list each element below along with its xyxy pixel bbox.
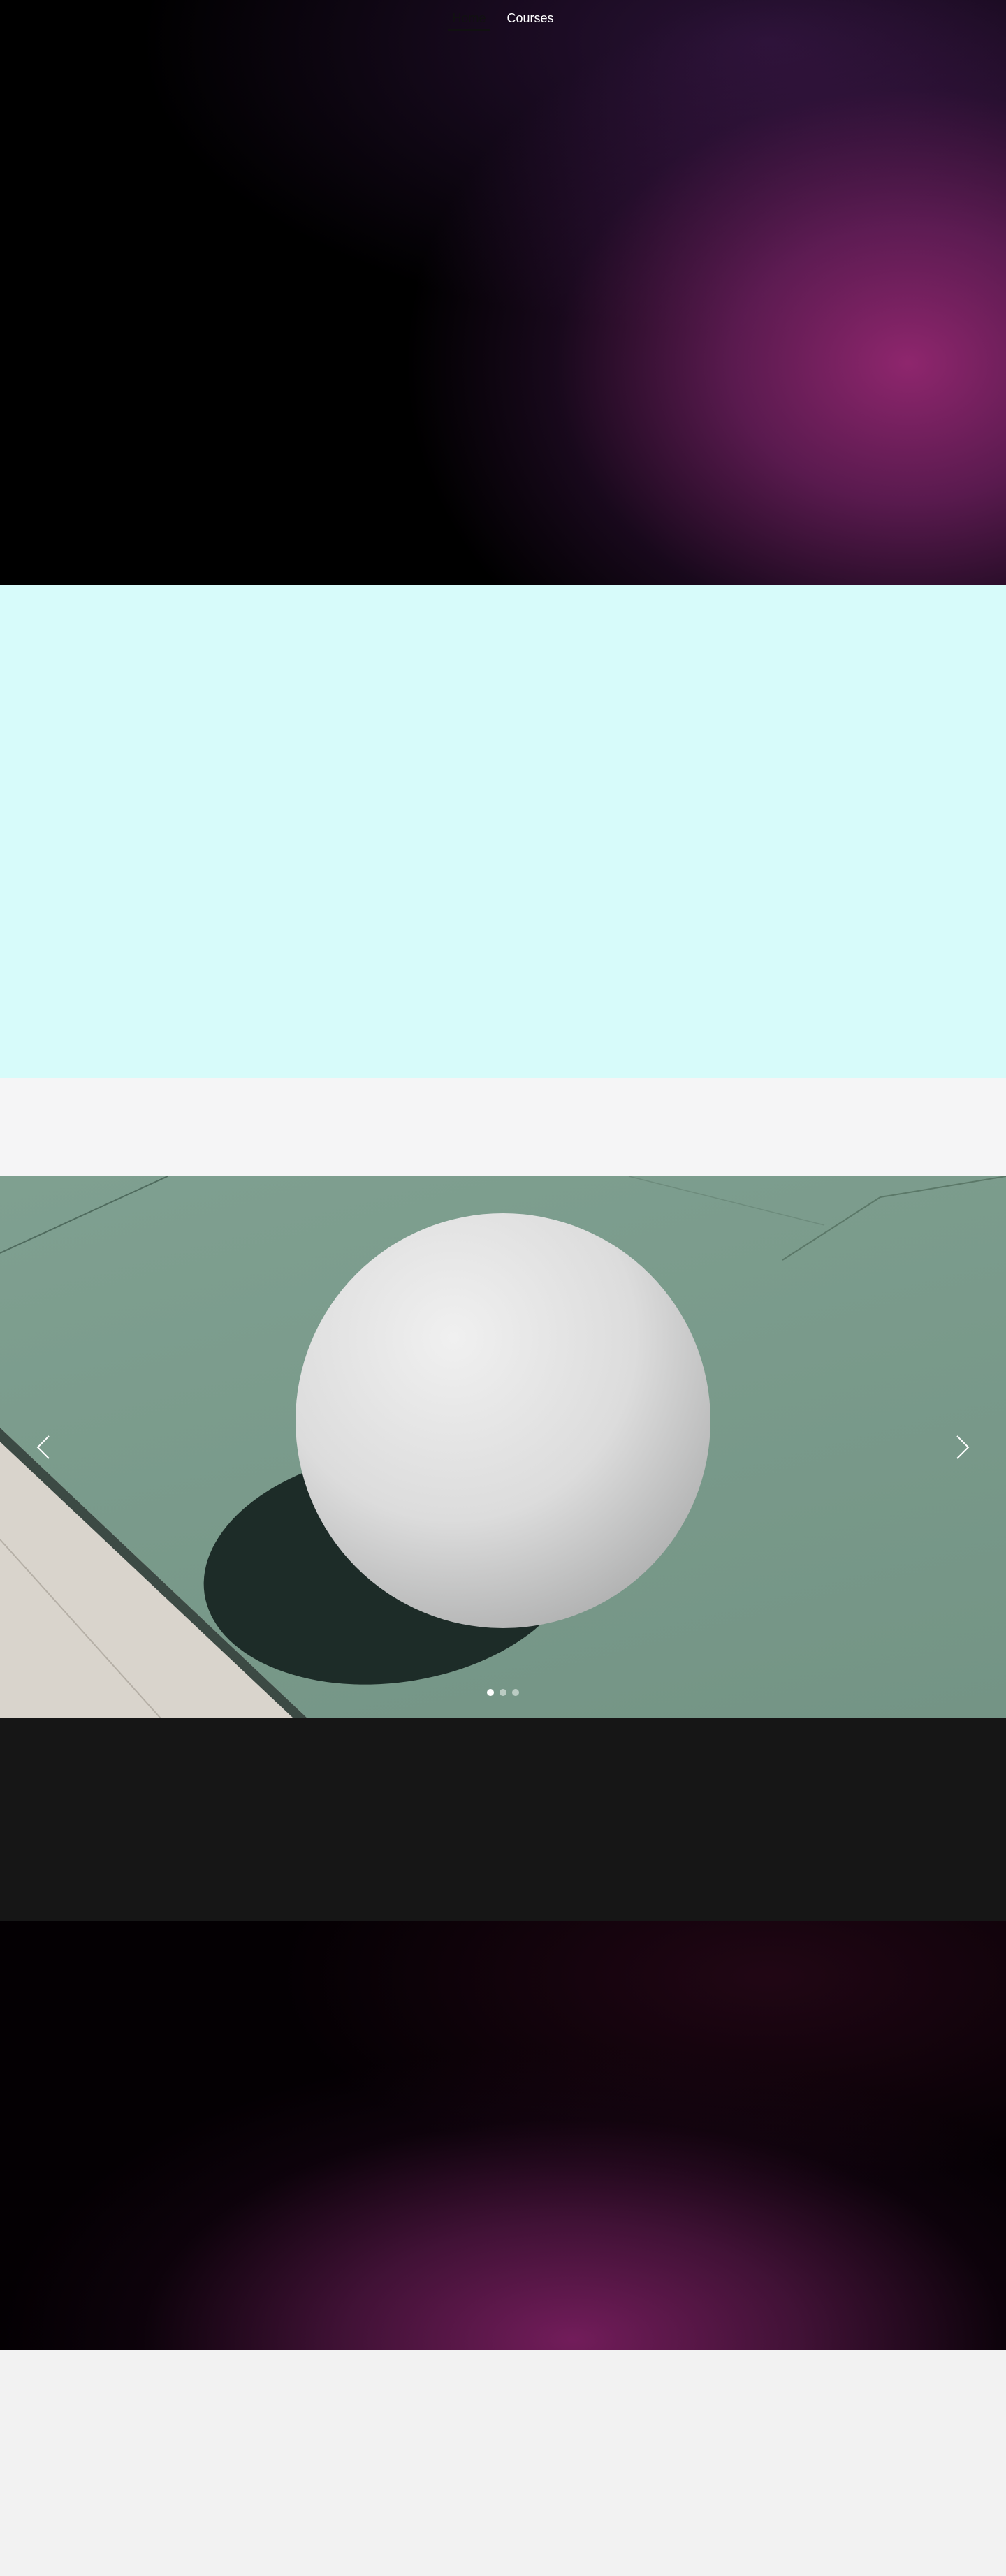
light-spacer-section — [0, 1078, 1006, 1176]
main-nav: Home Courses — [0, 7, 1006, 31]
slide-image-concrete-sphere — [0, 1176, 1006, 1718]
gradient-section — [0, 1921, 1006, 2350]
nav-item-home[interactable]: Home — [448, 7, 490, 31]
dark-section — [0, 1718, 1006, 1921]
chevron-right-icon — [956, 1435, 970, 1459]
slider-prev-button[interactable] — [28, 1426, 59, 1468]
slider-dot-2[interactable] — [500, 1689, 506, 1696]
footer — [0, 2350, 1006, 2576]
slider-next-button[interactable] — [947, 1426, 978, 1468]
image-slider — [0, 1176, 1006, 1718]
nav-item-courses[interactable]: Courses — [502, 7, 557, 31]
slider-dot-1[interactable] — [487, 1689, 494, 1696]
slider-dot-3[interactable] — [512, 1689, 519, 1696]
chevron-left-icon — [36, 1435, 50, 1459]
hero-section: Home Courses — [0, 0, 1006, 585]
slider-pagination — [487, 1689, 519, 1696]
cyan-section — [0, 585, 1006, 1078]
